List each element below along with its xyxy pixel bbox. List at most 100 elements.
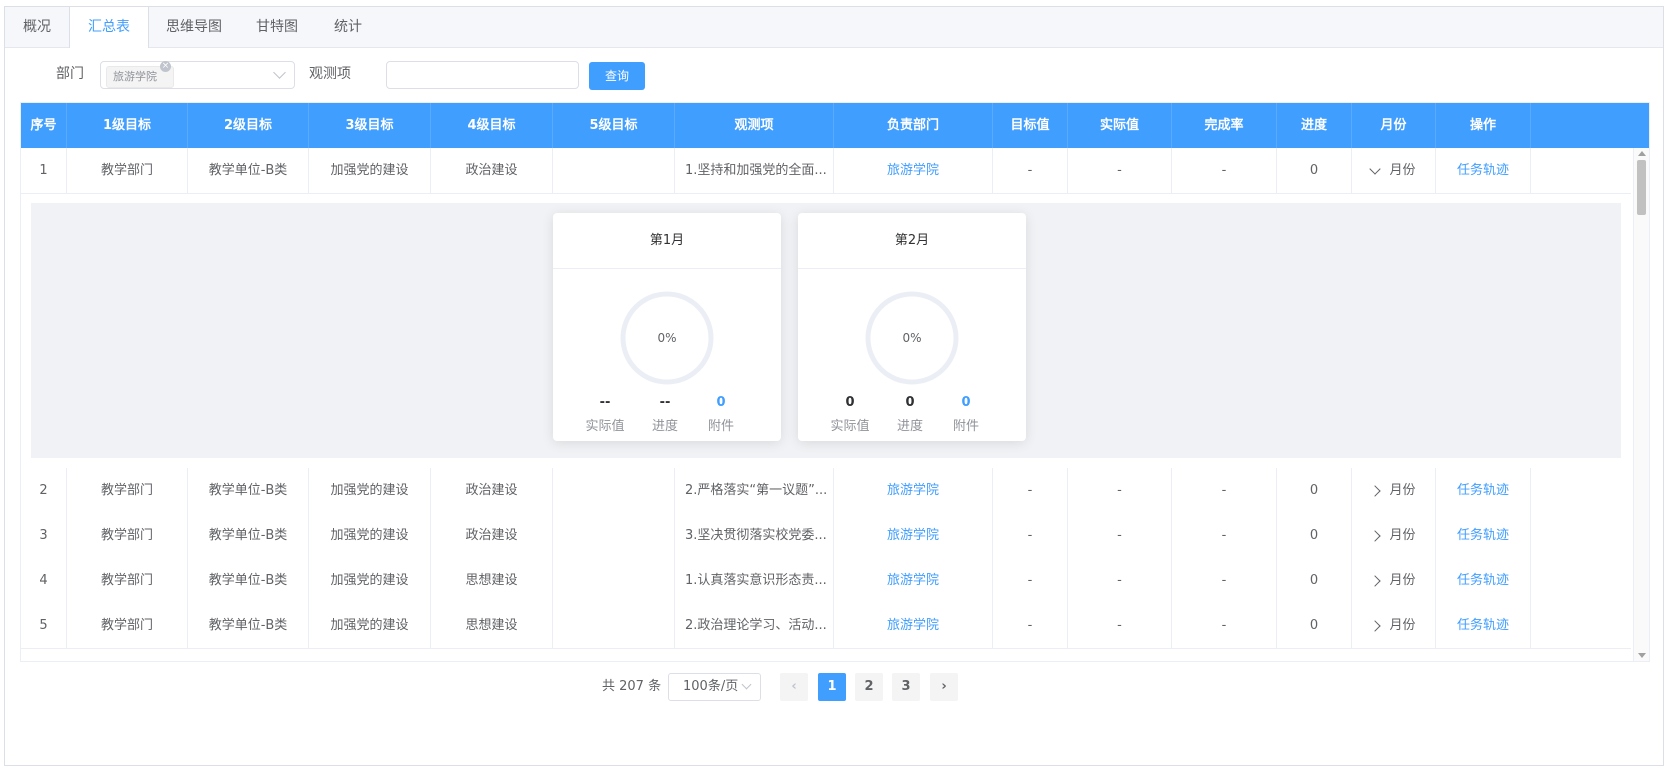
dept-select[interactable]: 旅游学院 × [100,61,295,89]
month-label: 月份 [1389,163,1416,178]
cell-rate: - [1172,513,1277,558]
next-page-icon[interactable]: › [930,673,958,701]
chevron-right-icon [1369,529,1382,542]
cell-target: - [993,148,1068,193]
header-cell: 负责部门 [834,103,993,148]
scroll-down-icon[interactable] [1638,653,1646,658]
cell-no: 3 [21,513,67,558]
cell-l1: 教学部门 [67,468,188,513]
table-scrollbar[interactable] [1633,148,1649,661]
header-cell: 目标值 [993,103,1068,148]
month-label: 月份 [1389,618,1416,633]
stat-attach-value[interactable]: 0 [691,395,751,413]
cell-dept-link[interactable]: 旅游学院 [834,603,993,648]
stat-actual-value: 0 [845,395,855,410]
task-track-link[interactable]: 任务轨迹 [1436,468,1531,513]
task-track-link[interactable]: 任务轨迹 [1436,603,1531,648]
cell-target: - [993,468,1068,513]
stat-progress-label: 进度 [651,419,678,434]
cell-progress: 0 [1277,558,1352,603]
stat-progress-value: 0 [905,395,915,410]
cell-observe: 2.政治理论学习、活动... [675,603,834,648]
query-button[interactable]: 查询 [589,62,645,90]
prev-page-icon[interactable]: ‹ [780,673,808,701]
task-track-link[interactable]: 任务轨迹 [1436,558,1531,603]
table-row: 1 教学部门 教学单位-B类 加强党的建设 政治建设 1.坚持和加强党的全面..… [21,148,1631,194]
chevron-right-icon [1369,574,1382,587]
summary-table: 序号 1级目标 2级目标 3级目标 4级目标 5级目标 观测项 负责部门 目标值… [20,102,1650,662]
stat-progress: 0 进度 [880,395,940,434]
cell-l3: 加强党的建设 [309,558,431,603]
cell-l1: 教学部门 [67,513,188,558]
cell-actual: - [1068,148,1172,193]
month-label: 月份 [1389,528,1416,543]
stat-attach[interactable]: 0 附件 [691,395,751,434]
stat-progress-value: -- [659,395,671,410]
task-track-link[interactable]: 任务轨迹 [1436,513,1531,558]
cell-dept-link[interactable]: 旅游学院 [834,468,993,513]
month-toggle[interactable]: 月份 [1352,513,1436,558]
cell-l4: 思想建设 [431,603,553,648]
stat-actual: -- 实际值 [575,395,635,434]
tab-overview[interactable]: 概况 [23,7,51,47]
cell-actual: - [1068,513,1172,558]
cell-observe: 1.坚持和加强党的全面... [675,148,834,193]
header-cell: 进度 [1277,103,1352,148]
tag-close-icon[interactable]: × [160,61,171,72]
page-size-value: 100条/页 [683,679,739,694]
stat-attach-label: 附件 [952,419,979,434]
stat-attach-value[interactable]: 0 [936,395,996,413]
observe-input[interactable] [386,61,579,89]
month-toggle[interactable]: 月份 [1352,558,1436,603]
cell-rate: - [1172,148,1277,193]
tab-mindmap[interactable]: 思维导图 [166,7,222,47]
cell-rate: - [1172,558,1277,603]
header-cell: 3级目标 [309,103,431,148]
scroll-up-icon[interactable] [1638,151,1646,156]
header-cell: 5级目标 [553,103,675,148]
cell-observe: 2.严格落实“第一议题”... [675,468,834,513]
month-toggle[interactable]: 月份 [1352,468,1436,513]
chevron-right-icon [1369,484,1382,497]
tab-stats[interactable]: 统计 [334,7,362,47]
cell-l2: 教学单位-B类 [188,603,309,648]
cell-no: 5 [21,603,67,648]
cell-no: 2 [21,468,67,513]
cell-dept-link[interactable]: 旅游学院 [834,513,993,558]
stat-actual-value: -- [599,395,611,410]
cell-dept-link[interactable]: 旅游学院 [834,148,993,193]
cell-l4: 政治建设 [431,513,553,558]
cell-dept-link[interactable]: 旅游学院 [834,558,993,603]
cell-no: 4 [21,558,67,603]
cell-l1: 教学部门 [67,603,188,648]
cell-l5 [553,603,675,648]
month-card: 第2月 0% 0 实际值 0 进度 0 附件 [798,213,1026,441]
tab-gantt[interactable]: 甘特图 [256,7,298,47]
page-button-2[interactable]: 2 [855,673,883,701]
chevron-down-icon [273,66,286,79]
page-size-select[interactable]: 100条/页 [668,673,761,701]
tab-bar: 概况 汇总表 思维导图 甘特图 统计 [5,7,1663,48]
page-button-3[interactable]: 3 [892,673,920,701]
stat-attach-label: 附件 [707,419,734,434]
page-button-1[interactable]: 1 [818,673,846,701]
task-track-link[interactable]: 任务轨迹 [1436,148,1531,193]
month-toggle[interactable]: 月份 [1352,148,1436,193]
header-cell: 4级目标 [431,103,553,148]
stat-actual-label: 实际值 [585,419,625,434]
table-row: 5 教学部门 教学单位-B类 加强党的建设 思想建设 2.政治理论学习、活动..… [21,603,1631,649]
stat-progress-label: 进度 [896,419,923,434]
stat-attach[interactable]: 0 附件 [936,395,996,434]
scroll-thumb[interactable] [1637,160,1646,215]
cell-l1: 教学部门 [67,148,188,193]
tab-summary[interactable]: 汇总表 [69,7,149,48]
cell-progress: 0 [1277,513,1352,558]
cell-observe: 3.坚决贯彻落实校党委... [675,513,834,558]
cell-l1: 教学部门 [67,558,188,603]
month-label: 月份 [1389,573,1416,588]
table-header: 序号 1级目标 2级目标 3级目标 4级目标 5级目标 观测项 负责部门 目标值… [21,103,1649,148]
month-toggle[interactable]: 月份 [1352,603,1436,648]
dept-tag-label: 旅游学院 [113,70,157,83]
header-cell: 1级目标 [67,103,188,148]
table-row: 2 教学部门 教学单位-B类 加强党的建设 政治建设 2.严格落实“第一议题”.… [21,468,1631,514]
